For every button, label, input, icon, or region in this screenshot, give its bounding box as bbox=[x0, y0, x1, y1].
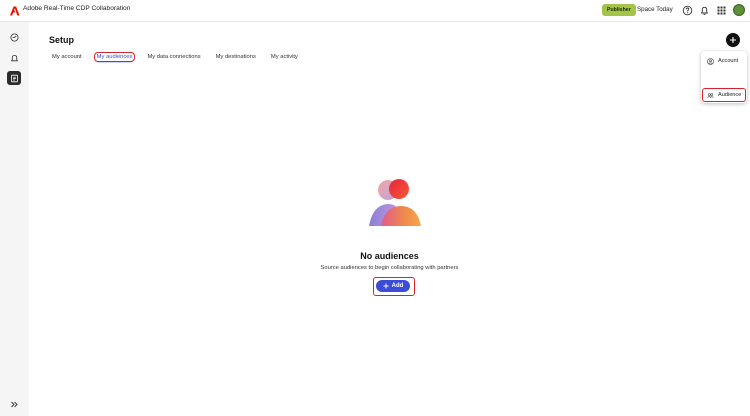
menu-item-account[interactable]: Account bbox=[703, 55, 745, 67]
top-bar: Adobe Real-Time CDP Collaboration Publis… bbox=[0, 0, 750, 22]
bell-icon[interactable] bbox=[699, 5, 710, 16]
create-menu: Account Audience bbox=[701, 51, 747, 103]
account-icon bbox=[707, 57, 714, 65]
space-selector[interactable]: Space Today bbox=[637, 6, 673, 13]
page-title: Setup bbox=[49, 35, 75, 45]
empty-state-subtitle: Source audiences to begin collaborating … bbox=[320, 265, 459, 271]
tab-my-account[interactable]: My account bbox=[50, 53, 84, 61]
add-button-label: Add bbox=[391, 283, 404, 289]
bell-outline-icon bbox=[10, 54, 18, 61]
user-avatar[interactable] bbox=[733, 4, 745, 16]
audiences-illustration-icon bbox=[369, 179, 421, 226]
tab-my-destinations[interactable]: My destinations bbox=[214, 53, 258, 61]
menu-item-audience[interactable]: Audience bbox=[702, 88, 746, 102]
tab-my-activity[interactable]: My activity bbox=[269, 53, 300, 61]
main-panel: Setup My account My audiences My data co… bbox=[29, 22, 750, 416]
create-button[interactable] bbox=[726, 33, 740, 47]
setup-icon bbox=[10, 74, 18, 82]
setup-tabs: My account My audiences My data connecti… bbox=[50, 52, 311, 62]
role-badge: Publisher bbox=[602, 4, 636, 16]
menu-item-label: Account bbox=[718, 58, 739, 64]
empty-state-title: No audiences bbox=[360, 251, 419, 261]
plus-icon bbox=[730, 37, 736, 43]
nav-overview[interactable] bbox=[7, 30, 21, 44]
left-rail bbox=[0, 22, 29, 416]
adobe-logo-icon[interactable] bbox=[10, 6, 20, 16]
nav-notifications[interactable] bbox=[7, 51, 21, 65]
help-icon[interactable] bbox=[682, 5, 693, 16]
add-button-highlight: Add bbox=[373, 277, 415, 296]
tab-my-audiences[interactable]: My audiences bbox=[93, 52, 136, 62]
overview-icon bbox=[10, 33, 18, 41]
menu-item-label: Audience bbox=[718, 92, 742, 98]
app-title: Adobe Real-Time CDP Collaboration bbox=[23, 5, 131, 12]
add-audience-button[interactable]: Add bbox=[376, 280, 410, 292]
chevron-double-right-icon[interactable] bbox=[10, 400, 19, 409]
nav-setup[interactable] bbox=[7, 71, 21, 85]
apps-grid-icon[interactable] bbox=[716, 5, 727, 16]
tab-my-data-connections[interactable]: My data connections bbox=[145, 53, 202, 61]
plus-icon bbox=[383, 283, 389, 289]
audience-icon bbox=[707, 92, 714, 98]
